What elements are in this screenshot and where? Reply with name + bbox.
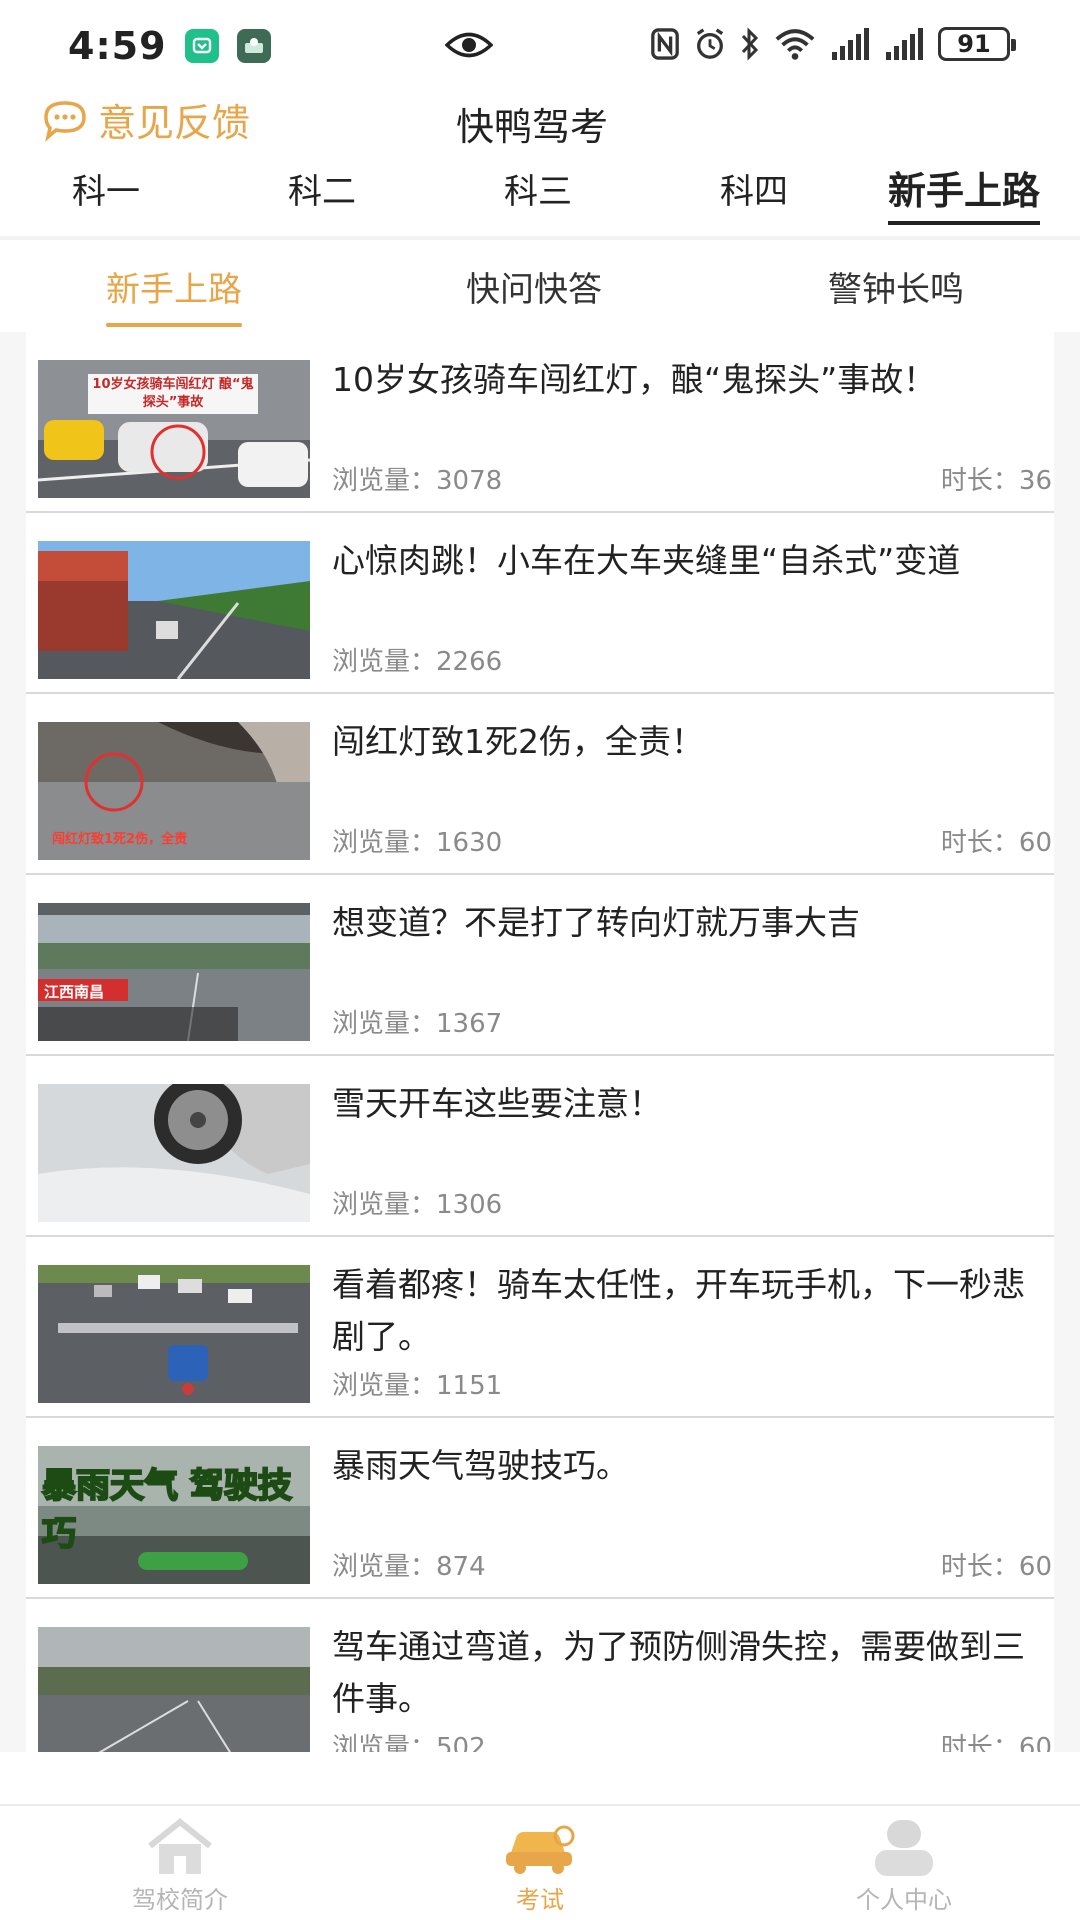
list-item[interactable]: 驾车通过弯道，为了预防侧滑失控，需要做到三件事。 浏览量：502 时长：60	[26, 1599, 1054, 1752]
article-title[interactable]: 暴雨天气驾驶技巧。	[332, 1440, 1052, 1492]
duration: 时长：60	[940, 1733, 1052, 1752]
tab-newbie[interactable]: 新手上路	[888, 160, 1041, 225]
view-count: 浏览量：874	[332, 1552, 486, 1582]
nav-school-intro[interactable]: 驾校简介	[80, 1806, 280, 1920]
article-title[interactable]: 闯红灯致1死2伤，全责！	[332, 716, 1052, 768]
article-title[interactable]: 雪天开车这些要注意！	[332, 1078, 1052, 1130]
article-title[interactable]: 心惊肉跳！小车在大车夹缝里“自杀式”变道	[332, 535, 1052, 587]
list-item[interactable]: 看着都疼！骑车太任性，开车玩手机，下一秒悲剧了。 浏览量：1151	[26, 1237, 1054, 1418]
article-title[interactable]: 想变道？不是打了转向灯就万事大吉	[332, 897, 1052, 949]
chat-bubble-icon	[44, 100, 86, 142]
nav-label: 驾校简介	[132, 1886, 228, 1914]
duration: 时长：36	[940, 466, 1052, 496]
thumbnail-caption: 闯红灯致1死2伤，全责	[52, 832, 188, 847]
signal-icon	[832, 28, 869, 60]
tab-ke2[interactable]: 科二	[288, 164, 356, 213]
wifi-icon	[775, 29, 815, 60]
home-icon	[148, 1818, 212, 1874]
tab-ke1[interactable]: 科一	[72, 164, 140, 213]
sub-tabs: 新手上路 快问快答 警钟长鸣	[0, 240, 1080, 332]
video-thumbnail[interactable]: 10岁女孩骑车闯红灯 酿“鬼探头”事故	[38, 360, 310, 498]
eye-icon	[444, 30, 494, 64]
list-item[interactable]: 雪天开车这些要注意！ 浏览量：1306	[26, 1056, 1054, 1237]
feedback-button[interactable]: 意见反馈	[40, 92, 250, 147]
notification-app-icon-2	[236, 29, 271, 63]
article-title[interactable]: 驾车通过弯道，为了预防侧滑失控，需要做到三件事。	[332, 1621, 1052, 1725]
subject-tabs: 科一 科二 科三 科四 新手上路	[0, 160, 1080, 236]
video-thumbnail[interactable]: 江西南昌	[38, 903, 310, 1041]
nfc-icon	[651, 28, 679, 60]
list-item[interactable]: 10岁女孩骑车闯红灯 酿“鬼探头”事故 10岁女孩骑车闯红灯，酿“鬼探头”事故！…	[26, 332, 1054, 513]
nav-profile[interactable]: 个人中心	[804, 1806, 1004, 1920]
article-title[interactable]: 看着都疼！骑车太任性，开车玩手机，下一秒悲剧了。	[332, 1259, 1052, 1363]
signal-icon-2	[886, 28, 923, 60]
video-thumbnail[interactable]	[38, 1627, 310, 1752]
duration: 时长：60	[940, 828, 1052, 858]
list-item[interactable]: 心惊肉跳！小车在大车夹缝里“自杀式”变道 浏览量：2266	[26, 513, 1054, 694]
thumbnail-caption: 江西南昌	[44, 983, 105, 1001]
status-time: 4:59	[68, 24, 167, 68]
nav-label: 考试	[516, 1886, 564, 1914]
app-header: 意见反馈 快鸭驾考	[0, 92, 1080, 154]
view-count: 浏览量：3078	[332, 466, 503, 496]
battery-indicator: 91	[938, 27, 1016, 61]
bottom-nav: 驾校简介 考试 个人中心	[0, 1804, 1080, 1920]
article-list-area: 10岁女孩骑车闯红灯 酿“鬼探头”事故 10岁女孩骑车闯红灯，酿“鬼探头”事故！…	[0, 332, 1080, 1752]
thumbnail-caption: 暴雨天气 驾驶技巧	[41, 1465, 293, 1555]
view-count: 浏览量：1630	[332, 828, 503, 858]
thumbnail-caption: 10岁女孩骑车闯红灯 酿“鬼探头”事故	[92, 377, 254, 410]
list-item[interactable]: 闯红灯致1死2伤，全责 闯红灯致1死2伤，全责！ 浏览量：1630 时长：60	[26, 694, 1054, 875]
car-icon	[506, 1825, 575, 1874]
video-thumbnail[interactable]	[38, 541, 310, 679]
subtab-warning[interactable]: 警钟长鸣	[828, 262, 964, 311]
video-thumbnail[interactable]: 闯红灯致1死2伤，全责	[38, 722, 310, 860]
tab-ke3[interactable]: 科三	[504, 164, 572, 213]
article-list: 10岁女孩骑车闯红灯 酿“鬼探头”事故 10岁女孩骑车闯红灯，酿“鬼探头”事故！…	[26, 332, 1054, 1752]
person-icon	[875, 1820, 933, 1876]
view-count: 浏览量：502	[332, 1733, 486, 1752]
video-thumbnail[interactable]	[38, 1084, 310, 1222]
subtab-newbie[interactable]: 新手上路	[106, 262, 242, 327]
video-thumbnail[interactable]	[38, 1265, 310, 1403]
article-title[interactable]: 10岁女孩骑车闯红灯，酿“鬼探头”事故！	[332, 354, 1052, 406]
subtab-quick-qa[interactable]: 快问快答	[466, 262, 602, 311]
view-count: 浏览量：1306	[332, 1190, 503, 1220]
list-item[interactable]: 江西南昌 想变道？不是打了转向灯就万事大吉 浏览量：1367	[26, 875, 1054, 1056]
notification-app-icon	[184, 29, 219, 63]
nav-exam[interactable]: 考试	[440, 1806, 640, 1920]
alarm-icon	[696, 28, 724, 59]
video-thumbnail[interactable]: 暴雨天气 驾驶技巧	[38, 1446, 310, 1584]
bluetooth-icon	[741, 27, 759, 61]
nav-label: 个人中心	[856, 1886, 952, 1914]
view-count: 浏览量：1367	[332, 1009, 503, 1039]
feedback-label: 意见反馈	[98, 101, 251, 145]
page-title: 快鸭驾考	[456, 105, 609, 149]
duration: 时长：60	[940, 1552, 1052, 1582]
status-bar: 4:59 91	[0, 0, 1080, 92]
view-count: 浏览量：1151	[332, 1371, 503, 1401]
tab-ke4[interactable]: 科四	[720, 164, 788, 213]
list-item[interactable]: 暴雨天气 驾驶技巧 暴雨天气驾驶技巧。 浏览量：874 时长：60	[26, 1418, 1054, 1599]
view-count: 浏览量：2266	[332, 647, 503, 677]
